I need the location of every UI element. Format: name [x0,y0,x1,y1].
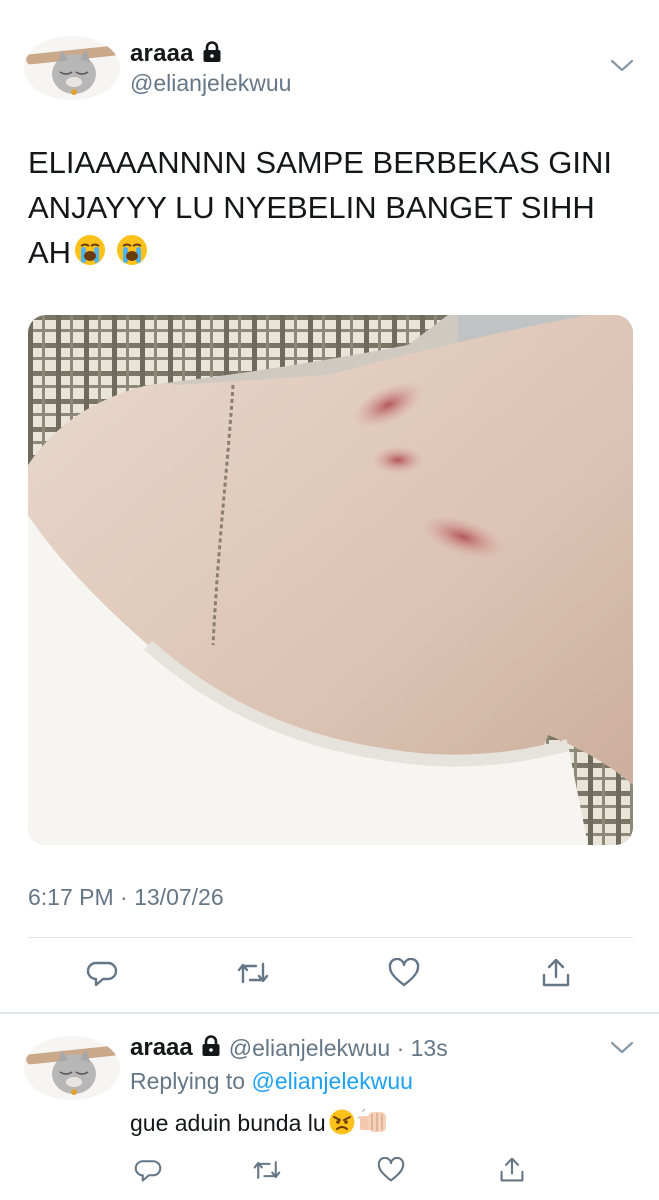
reply-handle-time[interactable]: @elianjelekwuu · 13s [229,1035,448,1062]
reply-body: gue aduin bunda lu [130,1109,326,1136]
author-handle[interactable]: @elianjelekwuu [130,70,291,97]
tweet-photo[interactable] [28,315,633,845]
share-icon[interactable] [494,1152,530,1188]
angry-face-emoji [328,1108,356,1138]
divider [28,937,633,938]
lock-icon [202,40,222,68]
loudly-crying-face-emoji [73,230,107,275]
fist-bump-emoji [357,1108,390,1138]
reply-icon[interactable] [82,953,122,993]
replying-prefix: Replying to [130,1068,252,1094]
replying-to-link[interactable]: @elianjelekwuu [251,1068,412,1094]
chevron-down-icon[interactable] [610,1040,634,1061]
tweet-text: ELIAAAANNNN SAMPE BERBEKAS GINI ANJAYYY … [28,140,638,275]
reply-avatar[interactable] [24,1036,120,1100]
reply-text: gue aduin bunda lu [130,1108,390,1138]
like-icon[interactable] [384,953,424,993]
like-icon[interactable] [373,1152,409,1188]
reply-display-name[interactable]: araaa [130,1034,193,1062]
loudly-crying-face-emoji [115,230,149,275]
reply-header: araaa @elianjelekwuu · 13s [130,1034,448,1062]
reply-icon[interactable] [130,1152,166,1188]
avatar[interactable] [24,36,120,100]
section-divider [0,1012,659,1014]
retweet-icon[interactable] [233,953,273,993]
display-name[interactable]: araaa [130,40,194,68]
retweet-icon[interactable] [249,1152,285,1188]
tweet-timestamp: 6:17 PM · 13/07/26 [28,884,224,910]
share-icon[interactable] [536,953,576,993]
chevron-down-icon[interactable] [610,58,634,79]
replying-to: Replying to @elianjelekwuu [130,1068,413,1095]
lock-icon [201,1034,221,1062]
author-name-row: araaa [130,40,222,68]
